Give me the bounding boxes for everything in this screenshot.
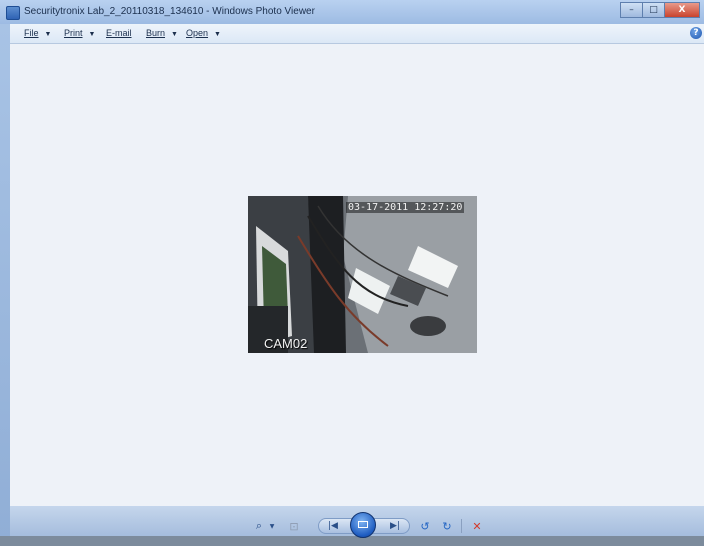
- menu-bar: File ▼ Print ▼ E-mail Burn ▼ Open ▼ ?: [10, 24, 704, 44]
- image-viewing-area[interactable]: 03-17-2011 12:27:20 CAM02: [10, 44, 704, 506]
- menu-print[interactable]: Print ▼: [64, 28, 95, 38]
- menu-burn-label: Burn: [146, 28, 166, 38]
- chevron-down-icon: ▼: [214, 31, 221, 38]
- displayed-photo[interactable]: 03-17-2011 12:27:20 CAM02: [248, 196, 477, 353]
- photo-viewer-window: Securitytronix Lab_2_20110318_134610 - W…: [0, 0, 704, 546]
- help-icon[interactable]: ?: [690, 27, 702, 39]
- maximize-button[interactable]: □: [642, 2, 664, 18]
- taskbar-strip: [0, 536, 704, 546]
- menu-file[interactable]: File ▼: [24, 28, 51, 38]
- previous-icon[interactable]: |◀: [322, 516, 344, 536]
- actual-size-icon[interactable]: ⊡: [286, 516, 302, 536]
- menu-email[interactable]: E-mail: [106, 28, 132, 38]
- menu-print-label: Print: [64, 28, 83, 38]
- minimize-button[interactable]: –: [620, 2, 642, 18]
- camera-label-overlay: CAM02: [264, 336, 308, 351]
- title-bar[interactable]: Securitytronix Lab_2_20110318_134610 - W…: [0, 0, 704, 24]
- chevron-down-icon: ▼: [88, 31, 96, 38]
- slideshow-icon[interactable]: [350, 512, 376, 538]
- photo-scene-image: [248, 196, 477, 353]
- menu-open[interactable]: Open ▼: [186, 28, 221, 38]
- photo-viewer-app-icon[interactable]: [6, 6, 20, 20]
- slideshow-screen-icon: [358, 521, 368, 528]
- toolbar-divider: [461, 519, 462, 533]
- caption-buttons: – □ X: [620, 2, 700, 18]
- menu-email-label: E-mail: [106, 28, 132, 38]
- chevron-down-icon: ▼: [171, 31, 178, 38]
- close-button[interactable]: X: [664, 2, 700, 18]
- rotate-clockwise-icon[interactable]: ↻: [440, 516, 454, 536]
- delete-icon[interactable]: ✕: [468, 516, 486, 536]
- rotate-counterclockwise-icon[interactable]: ↺: [418, 516, 432, 536]
- next-icon[interactable]: ▶|: [384, 516, 406, 536]
- window-title: Securitytronix Lab_2_20110318_134610 - W…: [24, 6, 315, 17]
- menu-open-label: Open: [186, 28, 209, 38]
- photo-timestamp-overlay: 03-17-2011 12:27:20: [346, 202, 465, 213]
- menu-file-label: File: [24, 28, 39, 38]
- menu-burn[interactable]: Burn ▼: [146, 28, 178, 38]
- magnifier-icon[interactable]: ⌕: [248, 516, 270, 536]
- chevron-down-icon: ▼: [44, 31, 52, 38]
- chevron-down-icon[interactable]: ▼: [268, 516, 276, 536]
